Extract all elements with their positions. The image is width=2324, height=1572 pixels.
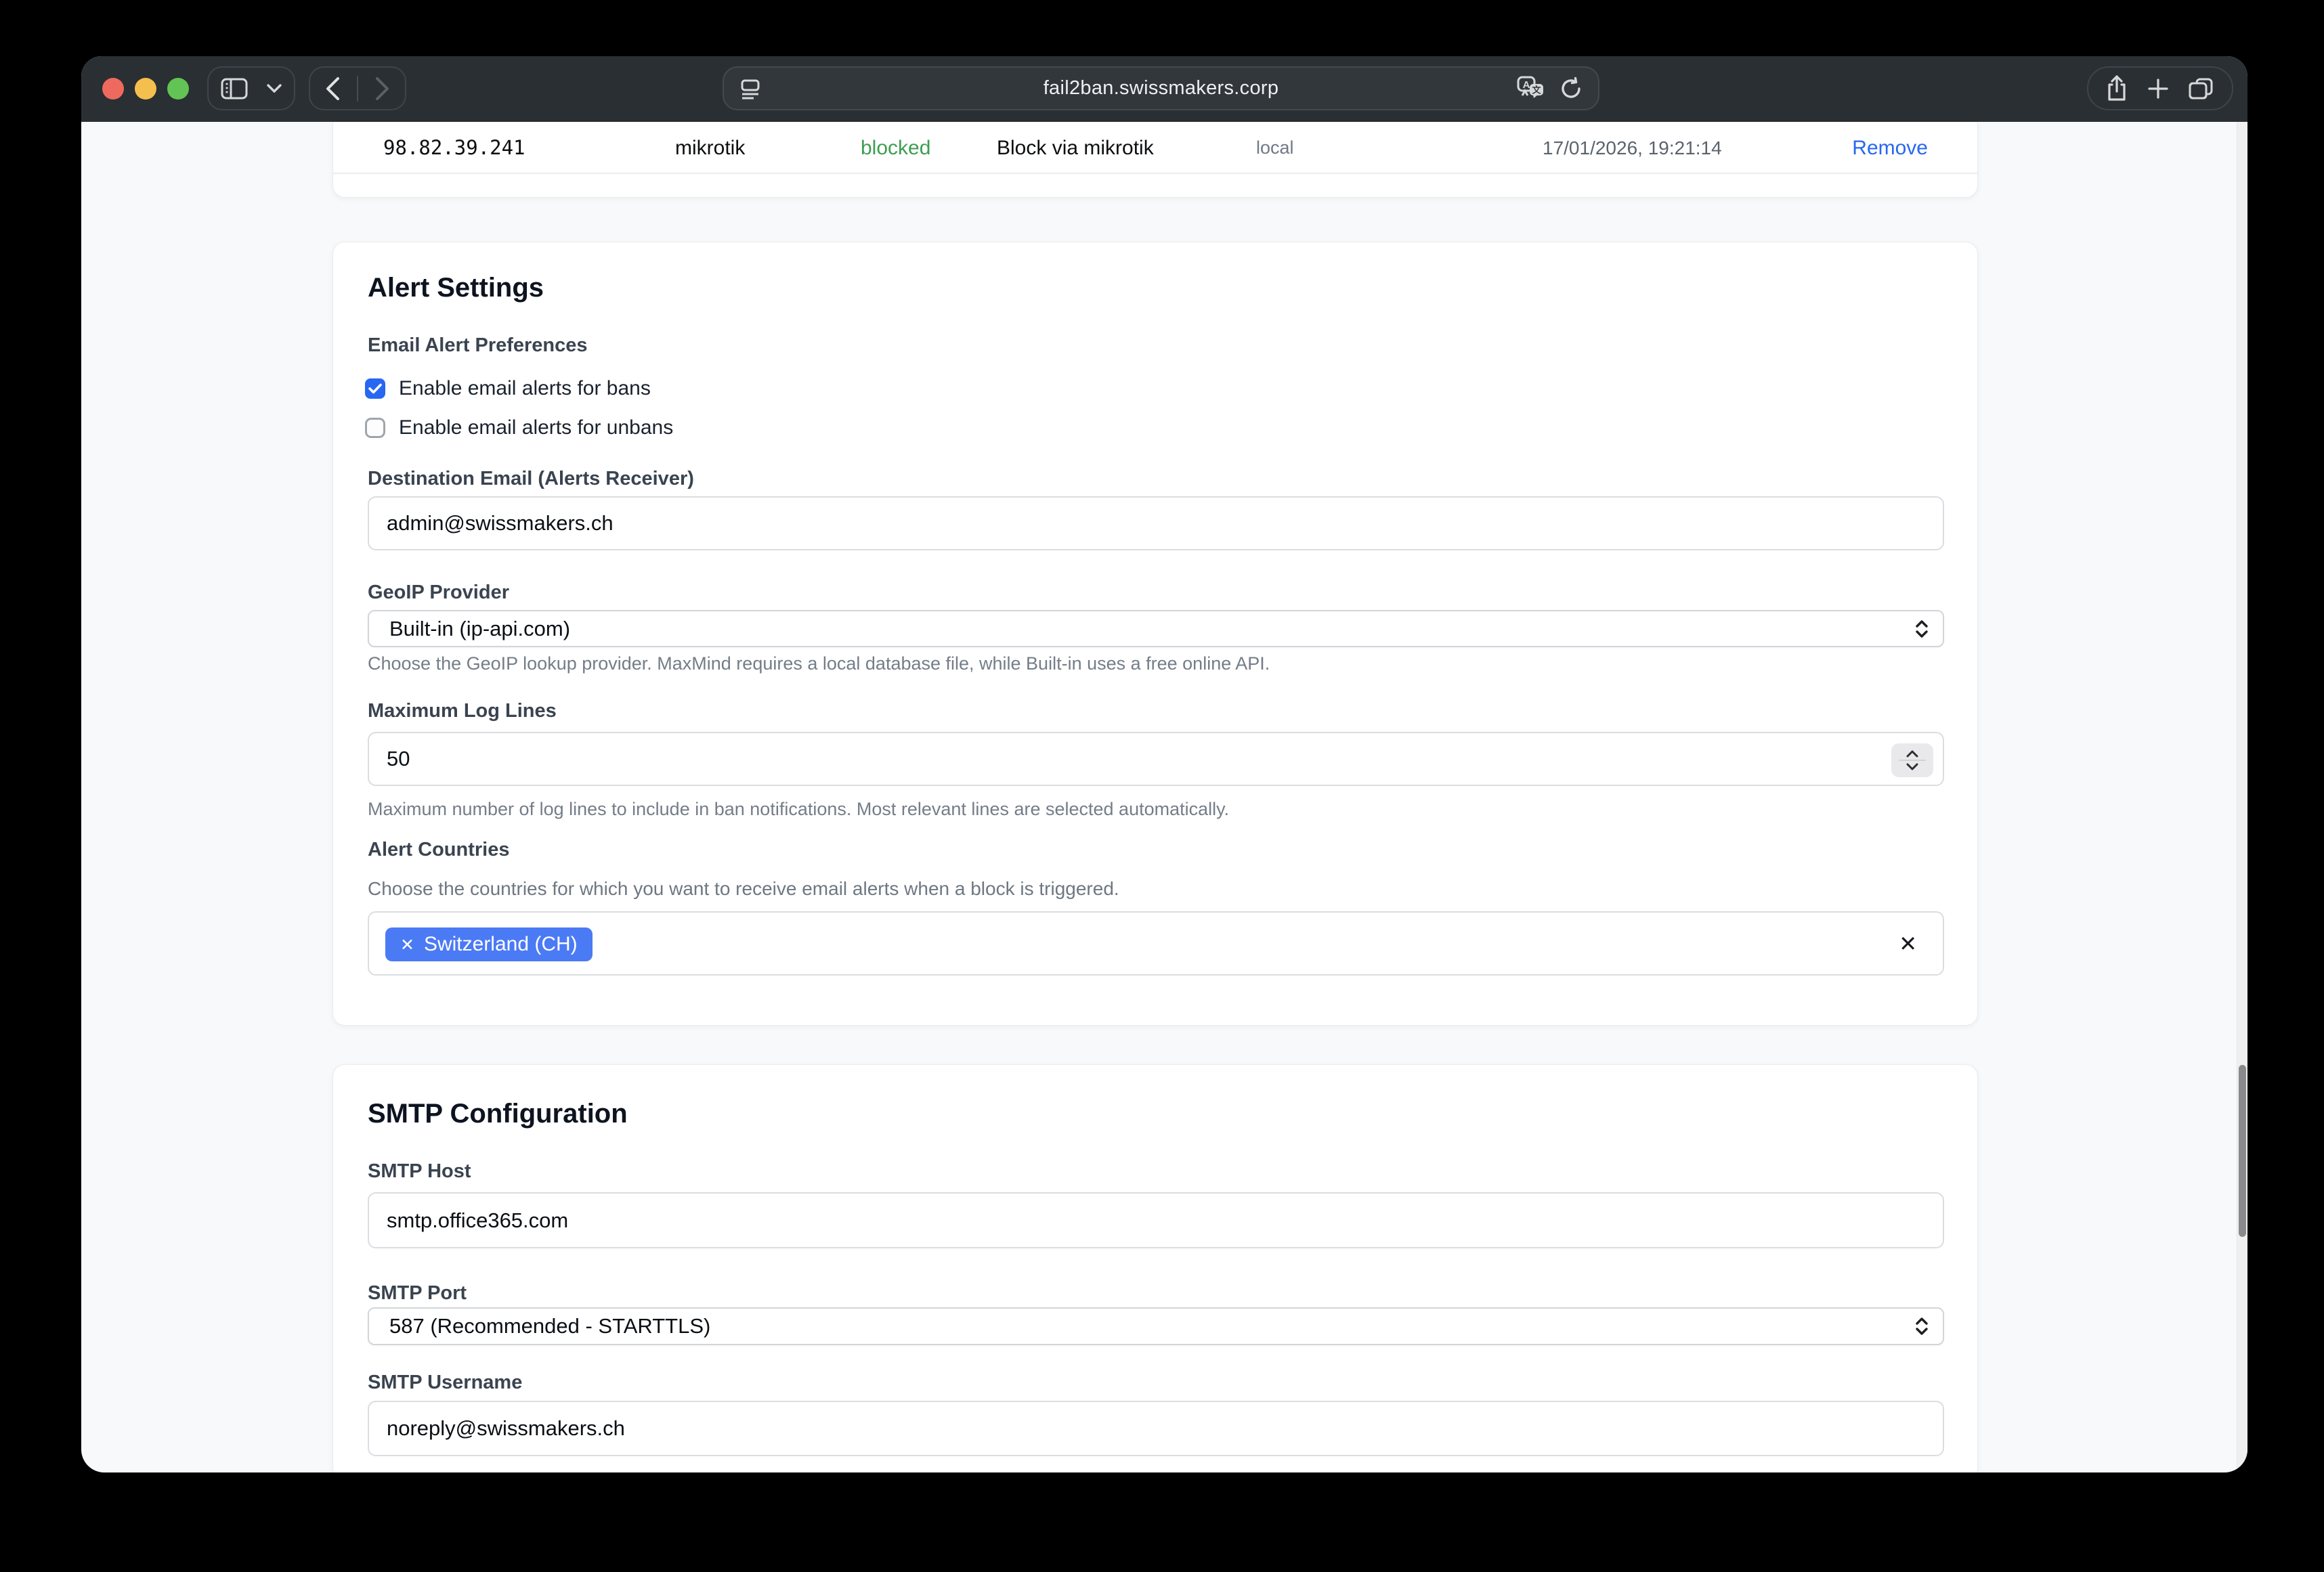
ban-alerts-checkbox[interactable] [365, 378, 385, 399]
smtp-host-value: smtp.office365.com [387, 1208, 568, 1233]
clear-selection-icon[interactable]: ✕ [1899, 931, 1917, 957]
tabs-overview-icon[interactable] [2189, 77, 2214, 101]
smtp-host-label: SMTP Host [368, 1160, 471, 1183]
status-badge: blocked [861, 122, 930, 174]
sidebar-icon [221, 78, 248, 100]
geoip-provider-select[interactable]: Built-in (ip-api.com) [368, 610, 1944, 647]
back-icon[interactable] [325, 77, 340, 101]
new-tab-icon[interactable] [2147, 77, 2170, 100]
alert-countries-multiselect[interactable]: ✕ Switzerland (CH) ✕ [368, 911, 1944, 976]
max-log-lines-label: Maximum Log Lines [368, 700, 557, 722]
svg-text:A: A [1523, 79, 1530, 91]
smtp-port-label: SMTP Port [368, 1282, 467, 1305]
alert-settings-card: Alert Settings Email Alert Preferences E… [332, 242, 1978, 1026]
sidebar-toggle-button[interactable] [207, 66, 295, 110]
max-log-lines-help-text: Maximum number of log lines to include i… [368, 799, 1229, 820]
unban-alerts-checkbox-label: Enable email alerts for unbans [399, 416, 673, 439]
chevron-down-icon [267, 84, 282, 93]
source-cell: local [1256, 122, 1294, 174]
destination-email-label: Destination Email (Alerts Receiver) [368, 468, 694, 490]
smtp-username-value: noreply@swissmakers.ch [387, 1416, 625, 1441]
address-bar[interactable]: fail2ban.swissmakers.corp A 文 [723, 66, 1599, 110]
geoip-help-text: Choose the GeoIP lookup provider. MaxMin… [368, 653, 1270, 674]
scrollbar-thumb[interactable] [2239, 1065, 2246, 1237]
destination-email-input[interactable]: admin@swissmakers.ch [368, 496, 1944, 550]
smtp-configuration-title: SMTP Configuration [368, 1099, 628, 1129]
svg-text:文: 文 [1532, 85, 1541, 95]
select-updown-icon [1914, 1316, 1929, 1336]
smtp-configuration-card: SMTP Configuration SMTP Host smtp.office… [332, 1064, 1978, 1472]
smtp-port-select[interactable]: 587 (Recommended - STARTTLS) [368, 1307, 1944, 1345]
scrollbar-track[interactable] [2237, 122, 2247, 1472]
share-icon[interactable] [2106, 75, 2128, 102]
forward-icon[interactable] [375, 77, 390, 101]
alert-countries-label: Alert Countries [368, 839, 509, 861]
jail-cell: mikrotik [675, 122, 745, 174]
alert-settings-title: Alert Settings [368, 273, 544, 303]
close-window-button[interactable] [102, 78, 124, 100]
smtp-host-input[interactable]: smtp.office365.com [368, 1192, 1944, 1248]
select-updown-icon [1914, 619, 1929, 639]
url-text: fail2ban.swissmakers.corp [724, 77, 1598, 100]
reload-icon[interactable] [1559, 77, 1583, 101]
geoip-provider-value: Built-in (ip-api.com) [389, 617, 570, 641]
tag-remove-icon[interactable]: ✕ [400, 937, 414, 954]
action-cell: Block via mikrotik [997, 122, 1154, 174]
minimize-window-button[interactable] [135, 78, 156, 100]
translate-icon[interactable]: A 文 [1517, 76, 1545, 102]
zoom-window-button[interactable] [167, 78, 189, 100]
number-stepper[interactable] [1891, 743, 1933, 777]
geoip-provider-label: GeoIP Provider [368, 582, 509, 604]
stepper-down-icon [1906, 763, 1918, 770]
checkbox-row-bans: Enable email alerts for bans [365, 375, 651, 402]
destination-email-value: admin@swissmakers.ch [387, 511, 614, 536]
remove-ban-link[interactable]: Remove [1852, 122, 1928, 174]
smtp-username-input[interactable]: noreply@swissmakers.ch [368, 1401, 1944, 1456]
toolbar-right-buttons [2087, 66, 2233, 110]
email-alert-preferences-label: Email Alert Preferences [368, 334, 588, 357]
country-tag[interactable]: ✕ Switzerland (CH) [385, 927, 593, 961]
safari-toolbar: fail2ban.swissmakers.corp A 文 [81, 56, 2247, 122]
smtp-port-value: 587 (Recommended - STARTTLS) [389, 1314, 710, 1338]
max-log-lines-value: 50 [387, 747, 410, 771]
banned-ip-cell: 98.82.39.241 [383, 122, 525, 174]
max-log-lines-input[interactable]: 50 [368, 732, 1944, 786]
unban-alerts-checkbox[interactable] [365, 418, 385, 438]
banned-ips-table-card: 98.82.39.241 mikrotik blocked Block via … [332, 122, 1978, 198]
browser-window: fail2ban.swissmakers.corp A 文 [81, 56, 2247, 1472]
ban-alerts-checkbox-label: Enable email alerts for bans [399, 377, 651, 400]
table-row: 98.82.39.241 mikrotik blocked Block via … [333, 122, 1977, 174]
navigation-buttons [309, 66, 406, 110]
country-tag-label: Switzerland (CH) [424, 933, 578, 956]
nav-divider [357, 76, 358, 102]
date-cell: 17/01/2026, 19:21:14 [1543, 122, 1722, 174]
alert-countries-description: Choose the countries for which you want … [368, 878, 1119, 900]
stepper-up-icon [1906, 750, 1918, 758]
checkbox-row-unbans: Enable email alerts for unbans [365, 414, 673, 441]
smtp-username-label: SMTP Username [368, 1372, 522, 1394]
